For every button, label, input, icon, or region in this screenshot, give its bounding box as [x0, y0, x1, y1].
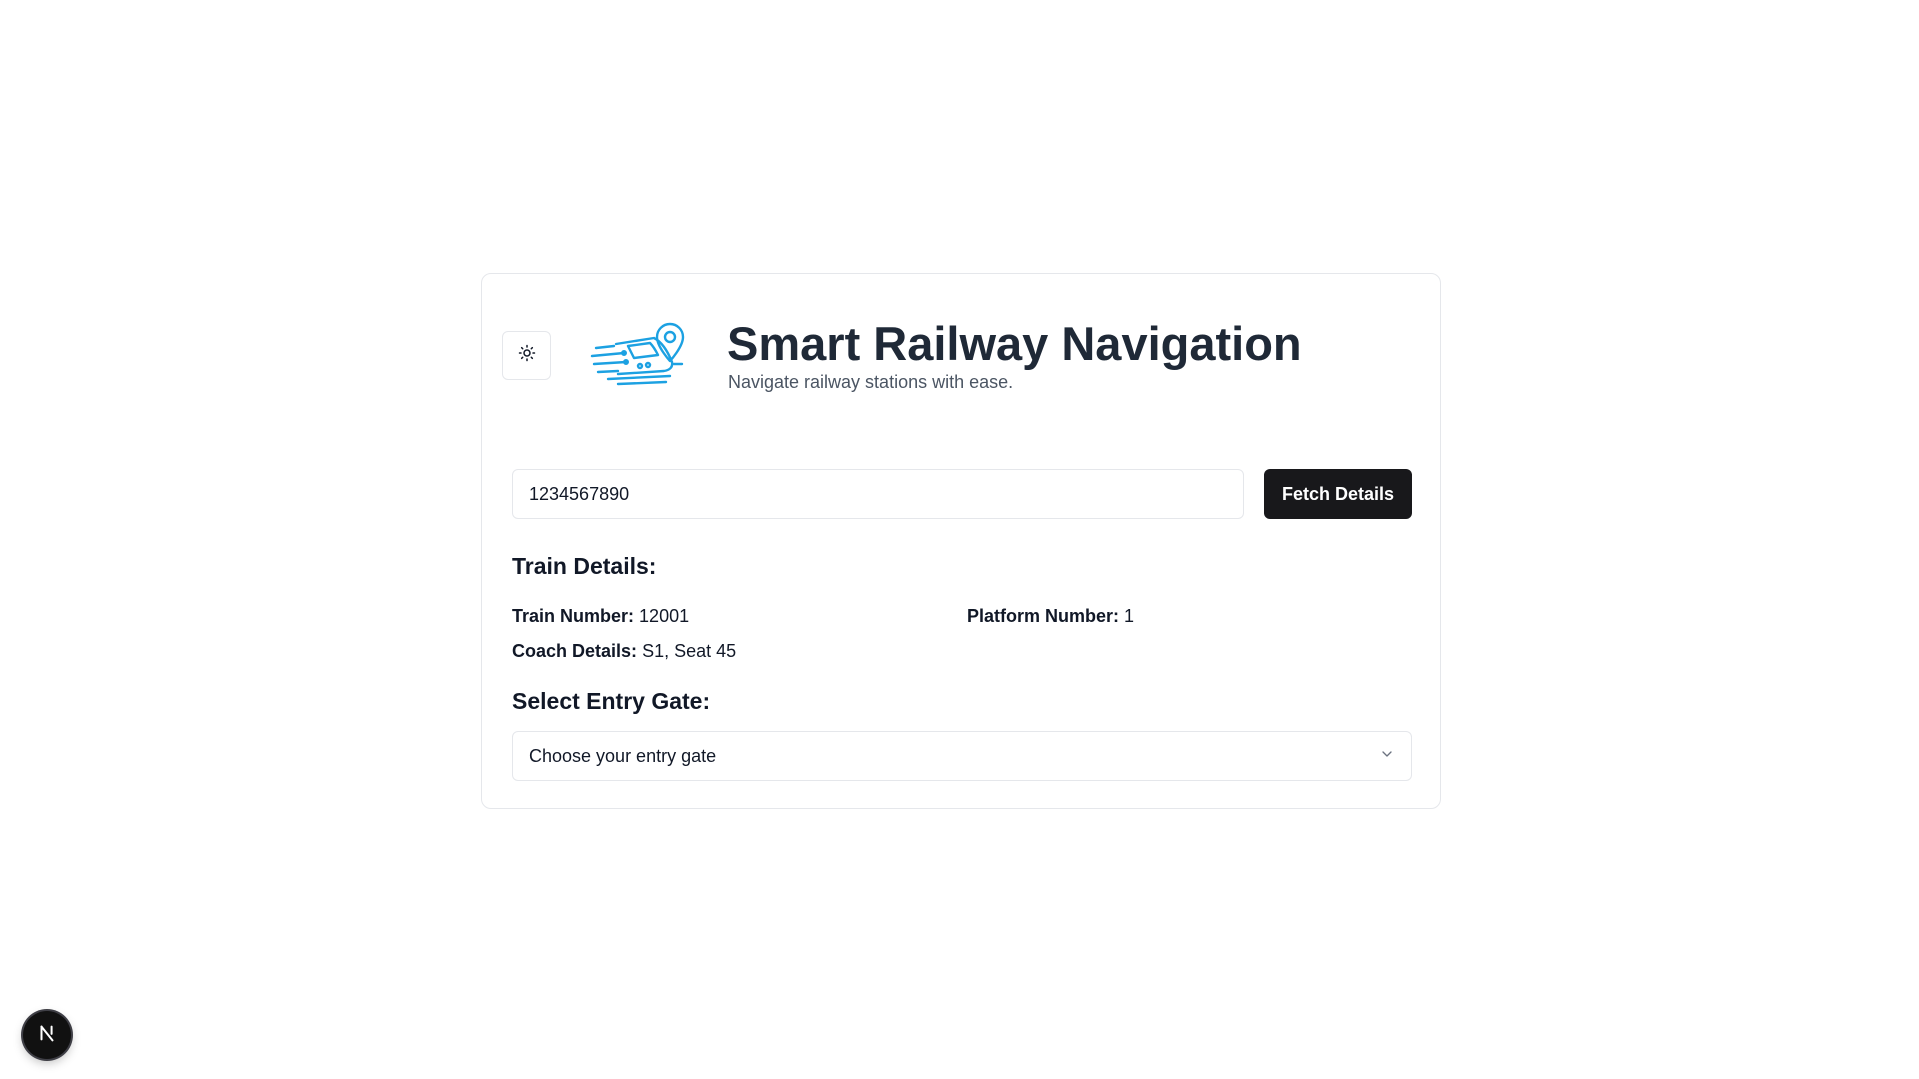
coach-details-value: S1, Seat 45: [642, 641, 737, 661]
train-details-heading: Train Details:: [512, 553, 657, 579]
platform-number-detail: Platform Number: 1: [967, 606, 1134, 627]
sun-icon: [518, 344, 536, 367]
fetch-details-button[interactable]: Fetch Details: [1264, 469, 1412, 519]
coach-details-label: Coach Details:: [512, 641, 638, 661]
train-location-icon: [588, 318, 692, 388]
entry-gate-heading: Select Entry Gate:: [512, 688, 711, 714]
train-number-label: Train Number:: [512, 606, 635, 626]
entry-gate-selected-value: Choose your entry gate: [529, 745, 717, 766]
page-title: Smart Railway Navigation: [727, 317, 1302, 370]
coach-details-detail: Coach Details: S1, Seat 45: [512, 641, 736, 662]
nextjs-logo-icon: [36, 1022, 58, 1049]
platform-number-label: Platform Number:: [967, 606, 1120, 626]
pnr-input[interactable]: [512, 469, 1244, 519]
chevron-down-icon: [1379, 746, 1395, 767]
nextjs-dev-indicator-button[interactable]: [23, 1011, 71, 1059]
train-number-detail: Train Number: 12001: [512, 606, 689, 627]
entry-gate-select[interactable]: Choose your entry gate: [512, 731, 1412, 781]
theme-toggle-button[interactable]: [502, 331, 551, 380]
navigation-card: Smart Railway Navigation Navigate railwa…: [481, 273, 1441, 809]
page-subtitle: Navigate railway stations with ease.: [728, 372, 1014, 392]
platform-number-value: 1: [1124, 606, 1135, 626]
train-number-value: 12001: [639, 606, 690, 626]
